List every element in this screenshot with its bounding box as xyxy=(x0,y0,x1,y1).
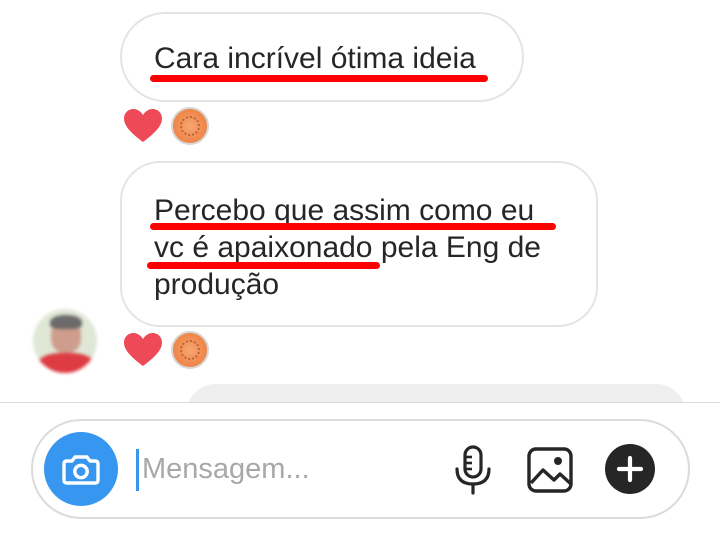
message-text-line: produção xyxy=(154,268,280,301)
message-bubble-outgoing[interactable] xyxy=(186,384,686,402)
heart-icon[interactable] xyxy=(123,332,163,368)
microphone-icon xyxy=(455,445,491,495)
message-text: Cara incrível ótima ideia xyxy=(154,42,476,75)
camera-icon xyxy=(62,455,100,485)
message-bubble[interactable]: Percebo que assim como eu vc é apaixonad… xyxy=(120,161,598,327)
message-composer xyxy=(31,419,690,519)
message-bubble[interactable]: Cara incrível ótima ideia xyxy=(120,12,524,102)
gallery-button[interactable] xyxy=(527,447,573,493)
annotation-underline xyxy=(147,262,380,269)
annotation-underline xyxy=(150,75,488,82)
plus-icon xyxy=(616,455,644,483)
reactor-avatar[interactable] xyxy=(171,331,209,369)
camera-button[interactable] xyxy=(44,432,118,506)
heart-icon[interactable] xyxy=(123,108,163,144)
sender-avatar[interactable] xyxy=(33,309,97,373)
voice-message-button[interactable] xyxy=(451,445,495,495)
message-reactions[interactable] xyxy=(123,331,209,369)
reactor-avatar[interactable] xyxy=(171,107,209,145)
annotation-underline xyxy=(150,223,556,230)
chat-thread[interactable]: Cara incrível ótima ideia Percebo que as… xyxy=(0,0,720,402)
message-input[interactable] xyxy=(136,441,426,497)
more-options-button[interactable] xyxy=(605,444,655,494)
message-text-line: vc é apaixonado pela Eng de xyxy=(154,231,541,264)
message-reactions[interactable] xyxy=(123,107,209,145)
image-icon xyxy=(527,447,573,493)
composer-divider xyxy=(0,402,720,403)
